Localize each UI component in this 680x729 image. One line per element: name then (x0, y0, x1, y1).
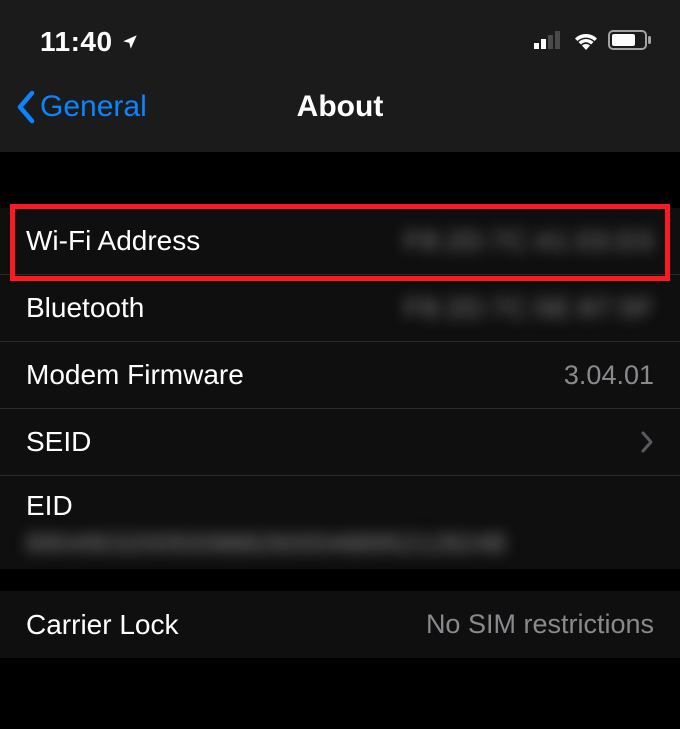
nav-bar: General About (0, 62, 680, 152)
section-gap-small (0, 569, 680, 591)
back-button[interactable]: General (14, 89, 147, 125)
battery-icon (608, 30, 652, 55)
wifi-address-value: F8:2D:7C:41:03:D3 (404, 226, 654, 257)
page-title: About (297, 90, 384, 124)
carrier-list: Carrier Lock No SIM restrictions (0, 591, 680, 658)
carrier-lock-label: Carrier Lock (26, 609, 178, 641)
carrier-lock-row[interactable]: Carrier Lock No SIM restrictions (0, 591, 680, 658)
seid-row[interactable]: SEID (0, 409, 680, 476)
seid-label: SEID (26, 426, 91, 458)
chevron-left-icon (14, 89, 36, 125)
back-label: General (40, 90, 147, 124)
modem-firmware-label: Modem Firmware (26, 359, 244, 391)
location-icon (121, 26, 139, 58)
wifi-address-label: Wi-Fi Address (26, 225, 200, 257)
bluetooth-value: F8:2D:7C:5E:87:5F (404, 293, 654, 324)
status-bar: 11:40 (0, 0, 680, 62)
eid-value: 89049032005008882600048895212824B (26, 528, 654, 559)
eid-row[interactable]: EID 89049032005008882600048895212824B (0, 476, 680, 569)
bluetooth-row[interactable]: Bluetooth F8:2D:7C:5E:87:5F (0, 275, 680, 342)
cellular-signal-icon (534, 31, 564, 54)
modem-firmware-value: 3.04.01 (564, 360, 654, 391)
wifi-address-row[interactable]: Wi-Fi Address F8:2D:7C:41:03:D3 (0, 208, 680, 275)
wifi-icon (572, 30, 600, 55)
about-list: Wi-Fi Address F8:2D:7C:41:03:D3 Bluetoot… (0, 208, 680, 569)
eid-label: EID (26, 490, 654, 522)
status-time: 11:40 (40, 26, 113, 58)
chevron-right-icon (640, 430, 654, 454)
carrier-lock-value: No SIM restrictions (426, 609, 654, 640)
bluetooth-label: Bluetooth (26, 292, 144, 324)
section-gap (0, 152, 680, 208)
modem-firmware-row[interactable]: Modem Firmware 3.04.01 (0, 342, 680, 409)
